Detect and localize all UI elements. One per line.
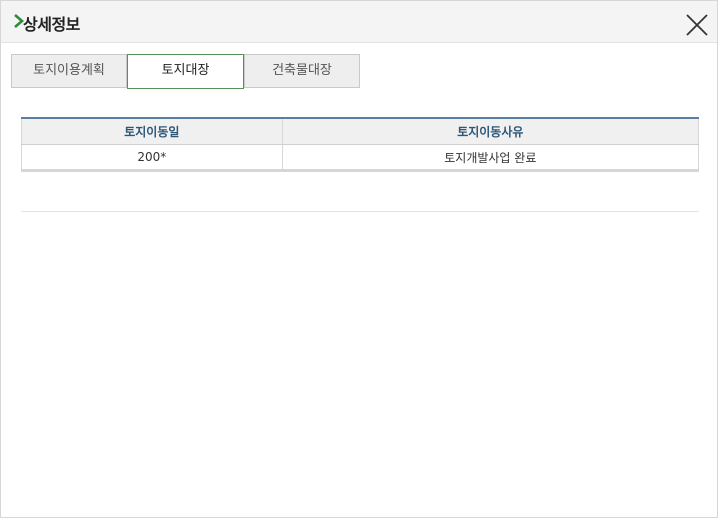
section-divider [21, 211, 699, 212]
detail-dialog: 상세정보 토지이용계획 토지대장 건축물대장 토지이동일 토지이동사유 200*… [0, 0, 718, 518]
cell-change-date: 200* [21, 144, 283, 172]
column-header-change-reason: 토지이동사유 [281, 117, 700, 145]
table-row: 200* 토지개발사업 완료 [21, 144, 700, 172]
column-header-change-date: 토지이동일 [21, 117, 283, 145]
tab-land-use-plan[interactable]: 토지이용계획 [11, 54, 127, 88]
dialog-title: 상세정보 [23, 15, 80, 34]
close-button[interactable] [685, 13, 709, 37]
land-change-table: 토지이동일 토지이동사유 200* 토지개발사업 완료 [21, 117, 700, 172]
table-header-row: 토지이동일 토지이동사유 [21, 117, 700, 145]
cell-change-reason: 토지개발사업 완료 [281, 144, 700, 172]
dialog-titlebar: 상세정보 [1, 1, 717, 43]
tab-land-register[interactable]: 토지대장 [127, 54, 244, 89]
tab-building-register[interactable]: 건축물대장 [244, 54, 360, 88]
close-icon [686, 14, 708, 36]
